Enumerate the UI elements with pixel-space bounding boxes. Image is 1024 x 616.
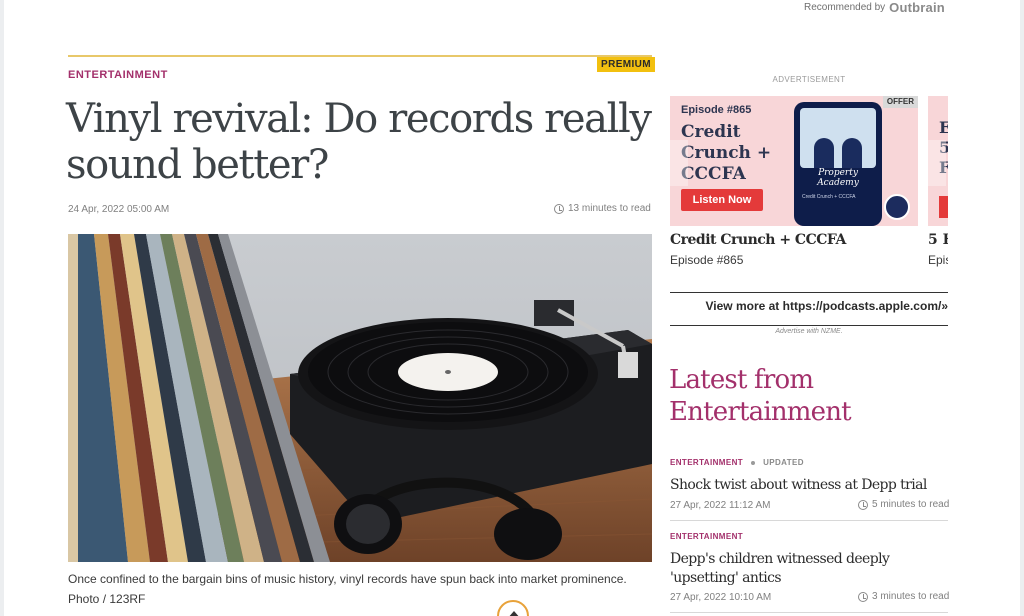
section-link[interactable]: ENTERTAINMENT	[68, 69, 168, 81]
fleur-logo-icon	[884, 194, 910, 220]
article-read-time: 13 minutes to read	[554, 203, 651, 214]
item-section[interactable]: ENTERTAINMENT	[670, 458, 743, 467]
updated-label: UPDATED	[763, 458, 804, 467]
host-photo	[842, 138, 862, 168]
read-time-label: 13 minutes to read	[568, 203, 651, 214]
ad-title-2[interactable]: 5 H	[928, 232, 948, 248]
outbrain-logo: Outbrain	[889, 0, 945, 15]
latest-heading: Latest from Entertainment	[669, 365, 852, 427]
item-title[interactable]: Depp's children witnessed deeply 'upsett…	[670, 550, 950, 588]
view-more-link[interactable]: View more at https://podcasts.apple.com/…	[670, 299, 948, 313]
phone-caption: Credit Crunch + CCCFA	[802, 194, 856, 200]
clock-icon	[554, 203, 564, 214]
premium-rule	[68, 55, 652, 57]
divider	[670, 520, 948, 521]
item-date: 27 Apr, 2022 11:12 AM	[670, 500, 771, 511]
item-title[interactable]: Shock twist about witness at Depp trial	[670, 476, 950, 495]
turntable-photo	[68, 234, 652, 562]
item-read-time: 5 minutes to read	[858, 499, 949, 510]
divider	[670, 292, 948, 293]
article-headline: Vinyl revival: Do records really sound b…	[66, 96, 652, 188]
page-frame-left	[0, 0, 4, 616]
item-tag: ENTERTAINMENT	[670, 532, 743, 541]
divider	[670, 325, 948, 326]
podcast-ad-card-2[interactable]: Ep 5 F	[928, 96, 948, 226]
clock-icon	[858, 499, 868, 510]
item-read-time: 3 minutes to read	[858, 591, 949, 602]
read-time-label: 3 minutes to read	[872, 591, 950, 602]
outbrain-attribution[interactable]: Recommended by Outbrain	[804, 0, 945, 15]
dot-separator	[751, 460, 756, 465]
ad-headline: Credit Crunch + CCCFA	[681, 122, 772, 184]
item-section[interactable]: ENTERTAINMENT	[670, 532, 743, 541]
ad-subtitle: Episode #865	[670, 253, 744, 267]
item-date: 27 Apr, 2022 10:10 AM	[670, 592, 772, 603]
carousel-next-icon[interactable]	[928, 140, 946, 186]
ad-subtitle-2: Epis	[928, 253, 948, 267]
advertise-link[interactable]: Advertise with NZME.	[670, 328, 948, 335]
recommended-label: Recommended by	[804, 1, 886, 13]
phone-screen	[800, 108, 876, 168]
offer-badge: OFFER	[882, 96, 918, 108]
advertisement-label: ADVERTISEMENT	[772, 75, 846, 84]
hero-caption: Once confined to the bargain bins of mus…	[68, 572, 627, 606]
host-photo	[814, 138, 834, 168]
listen-now-button[interactable]: Listen Now	[681, 189, 763, 211]
listen-button-fragment	[939, 196, 948, 218]
page-frame-right	[1020, 0, 1024, 616]
item-tag: ENTERTAINMENT UPDATED	[670, 458, 804, 467]
podcast-ad-card[interactable]: OFFER Episode #865 Credit Crunch + CCCFA…	[670, 96, 918, 226]
divider	[670, 612, 948, 613]
article-date: 24 Apr, 2022 05:00 AM	[68, 204, 170, 215]
phone-graphic: Property Academy Credit Crunch + CCCFA	[794, 102, 882, 226]
hero-image[interactable]	[68, 234, 652, 562]
carousel-prev-icon[interactable]	[670, 140, 688, 186]
phone-brand: Property Academy	[817, 168, 859, 188]
premium-badge: PREMIUM	[597, 57, 656, 72]
ad-title[interactable]: Credit Crunch + CCCFA	[670, 232, 846, 248]
clock-icon	[858, 591, 868, 602]
ad-episode: Episode #865	[681, 104, 752, 116]
read-time-label: 5 minutes to read	[872, 499, 950, 510]
